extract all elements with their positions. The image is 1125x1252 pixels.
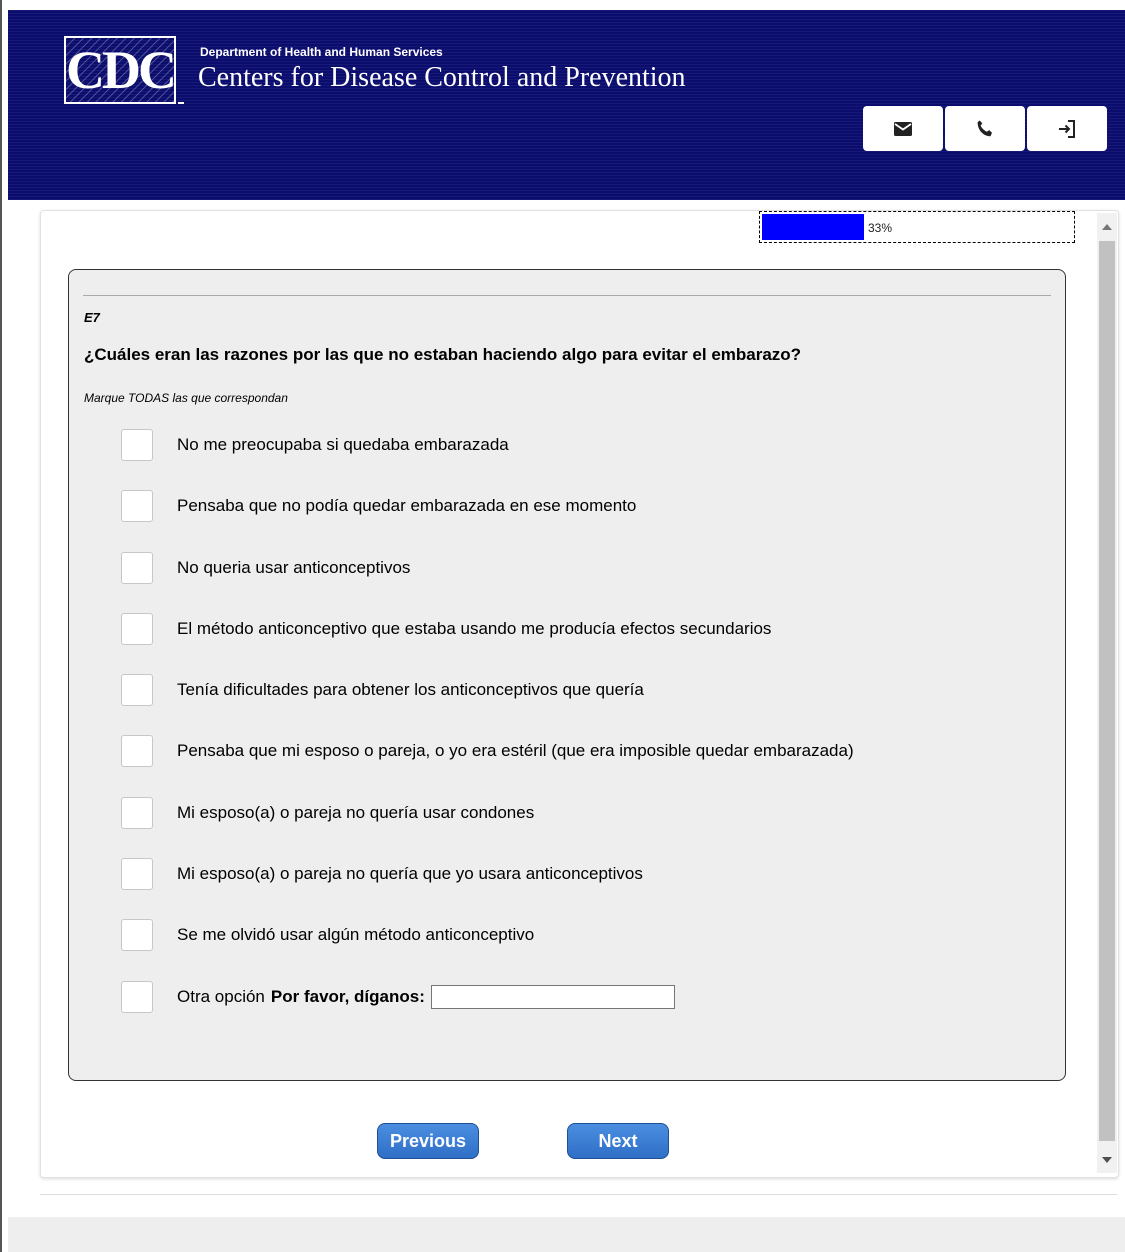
arrow-up-icon [1102,224,1112,230]
exit-icon [1059,119,1075,138]
next-button[interactable]: Next [567,1123,669,1159]
option-label: Pensaba que mi esposo o pareja, o yo era… [177,741,854,760]
phone-button[interactable] [945,106,1025,151]
other-specify-label: Por favor, díganos: [270,987,425,1006]
option-item: Tenía dificultades para obtener los anti… [121,673,644,707]
scrollbar[interactable] [1097,213,1117,1173]
option-checkbox[interactable] [121,735,153,767]
option-checkbox[interactable] [121,981,153,1013]
option-item: No me preocupaba si quedaba embarazada [121,428,509,462]
other-specify-input[interactable] [430,985,675,1009]
agency-name: Centers for Disease Control and Preventi… [198,62,686,93]
option-checkbox[interactable] [121,674,153,706]
arrow-down-icon [1102,1157,1112,1163]
option-item: No queria usar anticonceptivos [121,551,410,585]
mail-button[interactable] [863,106,943,151]
progress-label: 33% [868,221,893,235]
trademark-mark [178,102,184,104]
option-label: El método anticonceptivo que estaba usan… [177,619,772,638]
progress-bar: 33% [759,211,1075,243]
option-item: Se me olvidó usar algún método anticonce… [121,918,534,952]
question-instruction: Marque TODAS las que correspondan [84,391,288,405]
option-label: Tenía dificultades para obtener los anti… [177,680,644,699]
question-box: E7 ¿Cuáles eran las razones por las que … [68,269,1066,1081]
cdc-logo: CDC [64,36,177,104]
option-checkbox[interactable] [121,858,153,890]
option-item: Mi esposo(a) o pareja no quería usar con… [121,796,534,830]
option-checkbox[interactable] [121,429,153,461]
department-name: Department of Health and Human Services [200,45,443,59]
option-checkbox[interactable] [121,613,153,645]
option-label: No me preocupaba si quedaba embarazada [177,435,509,454]
question-text: ¿Cuáles eran las razones por las que no … [84,345,802,364]
left-border [0,0,2,1252]
divider [40,1194,1117,1195]
option-item: Pensaba que mi esposo o pareja, o yo era… [121,734,854,768]
scrollbar-thumb[interactable] [1099,241,1115,1141]
option-label: Mi esposo(a) o pareja no quería que yo u… [177,864,643,883]
divider [83,295,1051,296]
scroll-up-arrow[interactable] [1097,221,1117,235]
option-item: Pensaba que no podía quedar embarazada e… [121,489,636,523]
progress-fill [762,214,864,240]
option-label: Otra opción [177,987,265,1006]
option-label: Pensaba que no podía quedar embarazada e… [177,496,637,515]
option-item: Mi esposo(a) o pareja no quería que yo u… [121,857,643,891]
option-label: No queria usar anticonceptivos [177,558,411,577]
exit-button[interactable] [1027,106,1107,151]
previous-button[interactable]: Previous [377,1123,479,1159]
option-checkbox[interactable] [121,552,153,584]
footer-bar [8,1217,1125,1252]
cdc-logo-text: CDC [66,40,177,100]
survey-frame: 33% E7 ¿Cuáles eran las razones por las … [40,210,1119,1178]
option-checkbox[interactable] [121,919,153,951]
header-icon-bar [863,106,1109,151]
question-id: E7 [84,310,100,325]
option-item-other: Otra opción Por favor, díganos: [121,980,675,1014]
option-label: Mi esposo(a) o pareja no quería usar con… [177,803,535,822]
option-label: Se me olvidó usar algún método anticonce… [177,925,535,944]
option-item: El método anticonceptivo que estaba usan… [121,612,771,646]
phone-icon [977,120,992,136]
scroll-down-arrow[interactable] [1097,1153,1117,1167]
header-banner: CDC Department of Health and Human Servi… [8,10,1125,200]
option-checkbox[interactable] [121,797,153,829]
option-checkbox[interactable] [121,490,153,522]
top-strip [8,0,1125,10]
mail-icon [894,121,912,136]
